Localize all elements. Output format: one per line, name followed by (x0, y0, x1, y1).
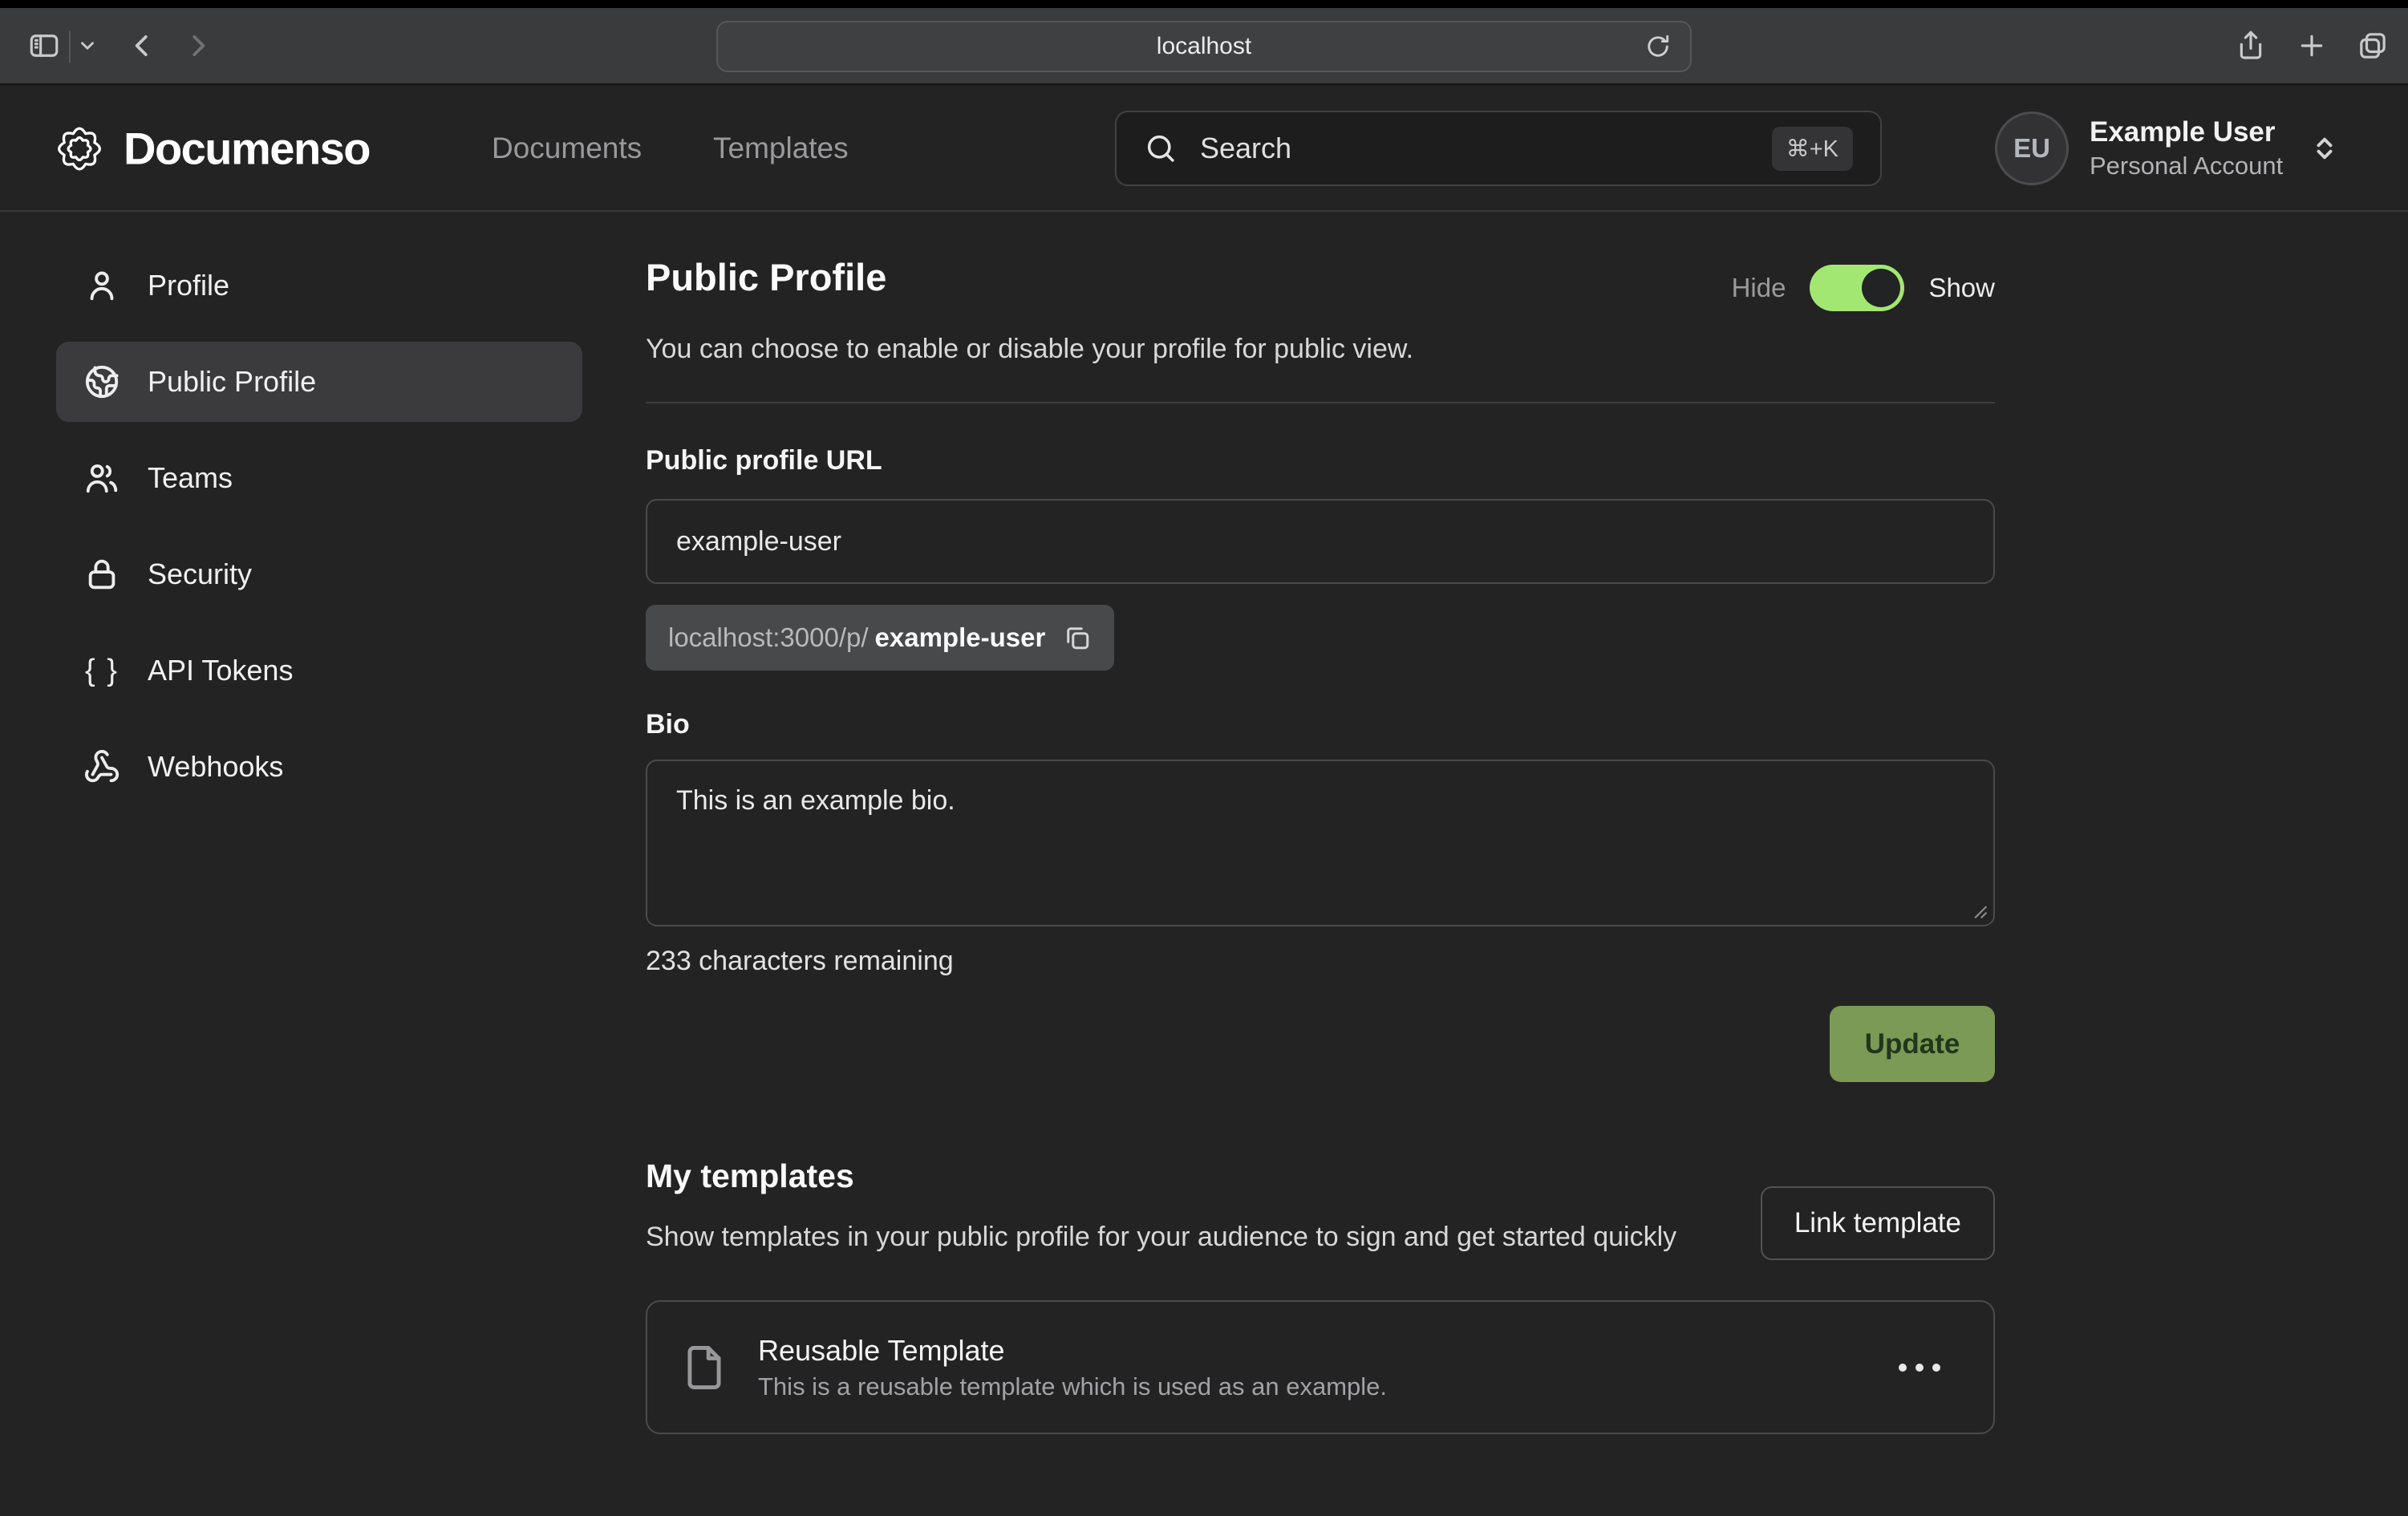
users-icon (83, 460, 120, 497)
profile-url-preview[interactable]: localhost:3000/p/ example-user (646, 605, 1114, 671)
sidebar-item-public-profile[interactable]: Public Profile (56, 342, 582, 422)
my-templates-title: My templates (646, 1157, 1676, 1195)
sidebar-item-webhooks[interactable]: Webhooks (56, 727, 582, 807)
address-text: localhost (1157, 33, 1251, 60)
search-shortcut-badge: ⌘+K (1772, 127, 1853, 171)
sidebar-item-api-tokens[interactable]: { } API Tokens (56, 630, 582, 711)
chevron-left-icon (127, 30, 157, 61)
templates-head-text: My templates Show templates in your publ… (646, 1157, 1676, 1258)
search-input[interactable]: Search ⌘+K (1115, 111, 1882, 186)
tab-group-dropdown-button[interactable] (77, 35, 98, 56)
template-list-item[interactable]: Reusable Template This is a reusable tem… (646, 1300, 1995, 1434)
sidebar-item-label: Profile (148, 269, 229, 302)
account-type: Personal Account (2090, 150, 2283, 182)
nav-item-documents[interactable]: Documents (492, 132, 642, 165)
template-name: Reusable Template (758, 1332, 1387, 1370)
more-options-icon (1899, 1364, 1907, 1372)
screen: localhost Documenso Documents Templates (0, 0, 2408, 1516)
bio-label: Bio (646, 709, 1995, 740)
chrome-divider (69, 30, 71, 63)
address-bar[interactable]: localhost (716, 21, 1692, 72)
lock-icon (83, 556, 120, 593)
forward-button[interactable] (183, 30, 213, 61)
file-icon (679, 1343, 729, 1392)
sidebar-item-label: Webhooks (148, 750, 283, 784)
template-more-options-button[interactable] (1891, 1356, 1948, 1380)
reload-icon (1644, 32, 1672, 61)
profile-url-slug: example-user (875, 622, 1046, 653)
reload-button[interactable] (1644, 32, 1672, 61)
user-icon (83, 267, 120, 304)
search-icon (1144, 132, 1178, 165)
nav-item-templates[interactable]: Templates (713, 132, 849, 165)
app-header: Documenso Documents Templates Search ⌘+K… (0, 87, 2408, 212)
tabs-icon (2357, 30, 2389, 62)
sidebar-item-label: Teams (148, 461, 233, 495)
public-profile-url-label: Public profile URL (646, 445, 1995, 476)
sidebar-toggle-icon (27, 29, 61, 63)
brand-logo[interactable]: Documenso (55, 123, 370, 175)
toggle-show-label: Show (1928, 273, 1995, 303)
tab-overview-button[interactable] (2357, 30, 2389, 62)
user-name: Example User (2090, 115, 2283, 150)
share-icon (2235, 30, 2267, 62)
app-body: Profile Public Profile Teams Security { … (0, 213, 2408, 1516)
bio-field-wrap: This is an example bio. (646, 760, 1995, 926)
sidebar-item-label: Public Profile (148, 365, 316, 399)
sidebar-item-security[interactable]: Security (56, 534, 582, 614)
sidebar-item-label: API Tokens (148, 654, 293, 687)
resize-handle-icon[interactable] (1968, 899, 1988, 920)
globe-icon (83, 363, 120, 400)
sidebar-item-label: Security (148, 557, 252, 591)
page-subtitle: You can choose to enable or disable your… (646, 334, 1995, 365)
link-template-button[interactable]: Link template (1761, 1186, 1995, 1260)
update-button[interactable]: Update (1830, 1006, 1995, 1082)
my-templates-description: Show templates in your public profile fo… (646, 1216, 1676, 1258)
brand-name: Documenso (124, 123, 370, 175)
webhook-icon (83, 748, 120, 785)
main-content: Public Profile Hide Show You can choose … (646, 213, 1995, 1434)
browser-chrome: localhost (0, 8, 2408, 85)
section-divider (646, 402, 1995, 403)
avatar: EU (1995, 111, 2069, 185)
braces-icon: { } (83, 652, 120, 689)
new-tab-button[interactable] (2296, 30, 2328, 62)
characters-remaining: 233 characters remaining (646, 946, 1995, 977)
template-texts: Reusable Template This is a reusable tem… (758, 1332, 1387, 1404)
user-menu[interactable]: EU Example User Personal Account (1995, 111, 2339, 185)
chevrons-up-down-icon (2310, 134, 2339, 163)
profile-url-prefix: localhost:3000/p/ (668, 622, 869, 653)
sidebar-toggle-button[interactable] (27, 29, 61, 63)
settings-sidebar: Profile Public Profile Teams Security { … (56, 245, 582, 823)
window-top-strip (0, 0, 2408, 8)
profile-visibility-toggle-group: Hide Show (1732, 265, 1995, 311)
page-title: Public Profile (646, 255, 886, 299)
switch-knob (1862, 269, 1900, 307)
profile-visibility-switch[interactable] (1810, 265, 1904, 311)
share-button[interactable] (2235, 30, 2267, 62)
toggle-hide-label: Hide (1732, 273, 1786, 303)
user-text: Example User Personal Account (2090, 115, 2283, 182)
chevron-right-icon (183, 30, 213, 61)
bio-textarea[interactable]: This is an example bio. (646, 760, 1995, 926)
public-profile-url-input[interactable] (646, 499, 1995, 584)
plus-icon (2296, 30, 2328, 62)
copy-icon (1063, 623, 1092, 652)
search-placeholder: Search (1200, 132, 1291, 165)
sidebar-item-teams[interactable]: Teams (56, 438, 582, 518)
back-button[interactable] (127, 30, 157, 61)
sidebar-item-profile[interactable]: Profile (56, 245, 582, 326)
documenso-logo-icon (55, 124, 104, 173)
chevron-down-icon (77, 35, 98, 56)
template-description: This is a reusable template which is use… (758, 1370, 1387, 1404)
